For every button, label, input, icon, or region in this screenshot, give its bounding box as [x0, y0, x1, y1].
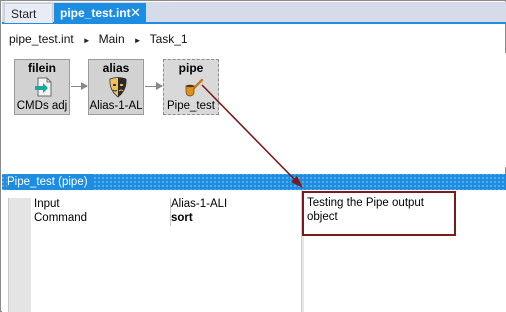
row-gutter	[9, 212, 31, 226]
tab-bar: Start pipe_test.int ✕	[2, 2, 506, 24]
tab-pipe-test-label: pipe_test.int	[60, 6, 131, 20]
chevron-right-icon: ►	[82, 36, 91, 45]
breadcrumb-item-task[interactable]: Task_1	[150, 31, 188, 47]
node-title: pipe	[178, 61, 204, 75]
node-label: Alias-1-AL	[89, 100, 143, 112]
edge-arrow	[71, 82, 88, 90]
theater-masks-icon	[109, 77, 127, 98]
property-key: Command	[34, 212, 88, 224]
file-input-icon	[35, 77, 52, 97]
row-gutter	[9, 198, 31, 212]
property-value[interactable]: sort	[170, 212, 301, 226]
property-value[interactable]: Alias-1-ALI	[170, 198, 301, 212]
node-filein[interactable]: filein CMDs adj	[14, 59, 70, 115]
breadcrumb: pipe_test.int ► Main ► Task_1	[9, 31, 188, 47]
node-alias[interactable]: alias Alias-1-AL	[88, 59, 144, 115]
breadcrumb-item-main[interactable]: Main	[99, 31, 125, 47]
close-icon[interactable]: ✕	[130, 3, 141, 23]
node-pipe[interactable]: pipe Pipe_test	[163, 59, 219, 115]
tab-start[interactable]: Start	[4, 3, 53, 23]
smoking-pipe-icon	[185, 78, 204, 97]
properties-panel: Input Alias-1-ALI Command sort Testing t…	[2, 190, 506, 312]
panel-title: Pipe_test (pipe)	[7, 174, 94, 190]
window-frame: Start pipe_test.int ✕ pipe_test.int ► Main…	[0, 0, 506, 312]
chevron-right-icon: ►	[133, 36, 142, 45]
tab-pipe-test[interactable]: pipe_test.int ✕	[54, 3, 146, 23]
property-grid: Input Alias-1-ALI Command sort	[8, 198, 300, 312]
description-box[interactable]: Testing the Pipe output object	[302, 191, 456, 236]
breadcrumb-item-file[interactable]: pipe_test.int	[9, 31, 74, 47]
tab-start-label: Start	[11, 7, 37, 21]
node-title: alias	[102, 61, 130, 75]
properties-panel-header: Pipe_test (pipe)	[2, 174, 506, 190]
property-key: Input	[34, 198, 60, 210]
workflow-canvas[interactable]: filein CMDs adj alias Alias-1-AL pipe Pi…	[2, 53, 506, 167]
node-title: filein	[27, 61, 56, 75]
edge-arrow	[145, 82, 163, 90]
row-gutter-empty	[9, 226, 31, 312]
node-label: Pipe_test	[167, 100, 215, 112]
node-label: CMDs adj	[16, 100, 68, 112]
